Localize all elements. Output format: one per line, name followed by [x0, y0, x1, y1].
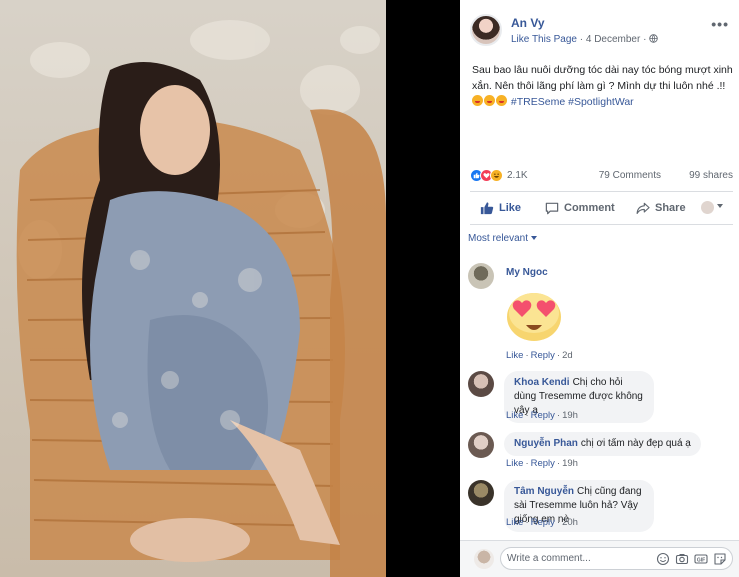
comment-like-link[interactable]: Like	[506, 517, 523, 528]
page-avatar[interactable]	[470, 14, 502, 46]
heart-eyes-sticker-icon	[507, 293, 561, 341]
lightbox-background	[386, 0, 460, 577]
comment-time[interactable]: 19h	[562, 458, 578, 469]
comment-time[interactable]: 19h	[562, 410, 578, 421]
comment-item: Khoa Kendi Chị cho hỏi dùng Tresemme được…	[468, 371, 733, 423]
photo-illustration	[0, 0, 386, 577]
comment-like-link[interactable]: Like	[506, 350, 523, 361]
post-header: An Vy Like This Page · 4 December · •••	[470, 14, 731, 50]
divider	[470, 191, 733, 192]
avatar	[701, 201, 714, 214]
comment-input-placeholder: Write a comment...	[507, 553, 591, 564]
post-action-bar: Like Comment Share	[470, 196, 733, 220]
share-label: Share	[655, 202, 686, 214]
post-meta: Like This Page · 4 December ·	[511, 34, 658, 45]
chevron-down-icon	[717, 204, 723, 208]
comment-actions: Like · Reply · 19h	[506, 410, 578, 421]
post-date[interactable]: 4 December	[586, 34, 640, 45]
comment-time[interactable]: 20h	[562, 517, 578, 528]
share-button[interactable]: Share	[636, 196, 686, 220]
comment-item: My Ngoc Like · Reply · 2d	[468, 263, 733, 363]
emoji-icon[interactable]	[656, 552, 670, 566]
commenter-name[interactable]: My Ngoc	[506, 267, 548, 278]
comment-input[interactable]: Write a comment... GIF	[500, 547, 733, 570]
post-text: Sau bao lâu nuôi dưỡng tóc dài nay tóc b…	[472, 62, 734, 110]
commenter-name[interactable]: Khoa Kendi	[514, 377, 570, 388]
post-body: Sau bao lâu nuôi dưỡng tóc dài nay tóc b…	[472, 64, 733, 92]
globe-icon	[649, 34, 658, 43]
svg-text:GIF: GIF	[697, 557, 705, 563]
hashtag-link[interactable]: #TRESeme	[511, 96, 565, 108]
divider	[470, 224, 733, 225]
comment-reply-link[interactable]: Reply	[531, 410, 555, 421]
meta-dot: ·	[640, 34, 650, 45]
comment-item: Nguyễn Phan chị ơi tấm này đẹp quá ạ Like…	[468, 432, 733, 472]
comment-like-link[interactable]: Like	[506, 410, 523, 421]
camera-icon[interactable]	[675, 552, 689, 566]
more-options-icon[interactable]: •••	[711, 16, 729, 32]
comment-label: Comment	[564, 202, 615, 214]
comment-composer: Write a comment... GIF	[460, 540, 739, 577]
thumbs-up-icon	[480, 202, 494, 215]
kiss-emoji-icon	[484, 95, 495, 106]
comment-like-link[interactable]: Like	[506, 458, 523, 469]
avatar[interactable]	[468, 263, 494, 289]
reaction-audience-selector[interactable]	[701, 201, 723, 214]
hashtag-link[interactable]: #SpotlightWar	[568, 96, 634, 108]
comment-time[interactable]: 2d	[562, 350, 573, 361]
avatar	[474, 549, 494, 569]
avatar[interactable]	[468, 371, 494, 397]
like-button[interactable]: Like	[480, 196, 521, 220]
reactions-summary: 2.1K 79 Comments 99 shares	[470, 169, 733, 185]
comment-actions: Like · Reply · 2d	[506, 350, 573, 361]
comments-count[interactable]: 79 Comments	[599, 170, 661, 181]
post-panel: An Vy Like This Page · 4 December · ••• …	[460, 0, 739, 577]
like-page-link[interactable]: Like This Page	[511, 34, 577, 45]
post-photo[interactable]	[0, 0, 386, 577]
comment-actions: Like · Reply · 19h	[506, 458, 578, 469]
author-name[interactable]: An Vy	[511, 16, 545, 30]
avatar[interactable]	[468, 432, 494, 458]
comment-icon	[545, 202, 559, 214]
comment-reply-link[interactable]: Reply	[531, 458, 555, 469]
comment-actions: Like · Reply · 20h	[506, 517, 578, 528]
comment-reply-link[interactable]: Reply	[531, 517, 555, 528]
reaction-count[interactable]: 2.1K	[507, 170, 528, 181]
gif-icon[interactable]: GIF	[694, 552, 708, 566]
like-label: Like	[499, 202, 522, 214]
commenter-name[interactable]: Tâm Nguyễn	[514, 486, 574, 497]
sort-label: Most relevant	[468, 233, 529, 244]
haha-reaction-icon	[490, 169, 503, 182]
comment-reply-link[interactable]: Reply	[531, 350, 555, 361]
meta-separator: ·	[576, 34, 586, 45]
kiss-emoji-icon	[496, 95, 507, 106]
comment-button[interactable]: Comment	[545, 196, 615, 220]
comment-bubble: Nguyễn Phan chị ơi tấm này đẹp quá ạ	[504, 432, 701, 456]
comment-item: Tâm Nguyễn Chị cũng đang sài Tresemme luô…	[468, 480, 733, 532]
comment-text: chị ơi tấm này đẹp quá ạ	[580, 438, 691, 449]
comment-sort-dropdown[interactable]: Most relevant	[468, 233, 538, 244]
sticker-icon[interactable]	[713, 552, 727, 566]
avatar[interactable]	[468, 480, 494, 506]
kiss-emoji-icon	[472, 95, 483, 106]
shares-count[interactable]: 99 shares	[689, 170, 733, 181]
chevron-down-icon	[531, 236, 538, 240]
commenter-name[interactable]: Nguyễn Phan	[514, 438, 578, 449]
share-icon	[636, 202, 650, 214]
